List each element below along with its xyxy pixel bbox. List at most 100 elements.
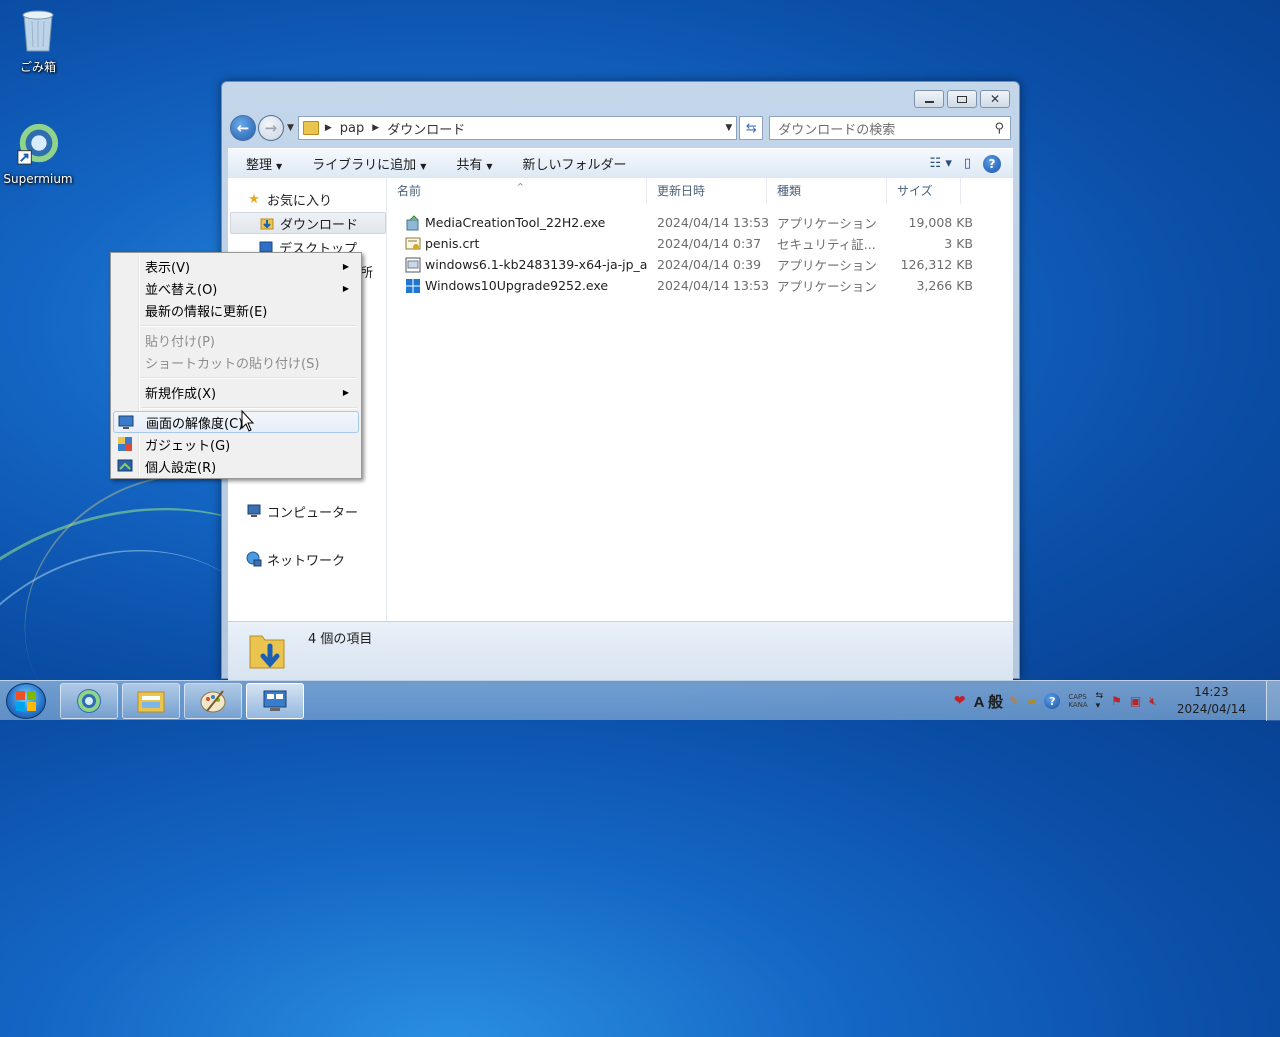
nav-favorites[interactable]: ★ お気に入り xyxy=(246,188,332,210)
menu-item-label: 表示(V) xyxy=(145,260,191,276)
menu-item-label: 並べ替え(O) xyxy=(145,282,218,298)
column-header-type[interactable]: 種類 xyxy=(767,178,887,204)
minimize-button[interactable] xyxy=(914,90,944,108)
nav-downloads-label: ダウンロード xyxy=(280,217,359,233)
sort-ascending-icon: ^ xyxy=(517,182,524,191)
menu-item-label: 画面の解像度(C) xyxy=(146,416,244,432)
menu-item-screen-resolution[interactable]: 画面の解像度(C) xyxy=(113,411,359,433)
taskbar-paint-button[interactable] xyxy=(184,683,242,719)
breadcrumb-pap[interactable]: pap xyxy=(340,121,364,136)
forward-button[interactable]: → xyxy=(257,115,284,141)
menu-item-refresh[interactable]: 最新の情報に更新(E) xyxy=(113,299,359,321)
windows-logo-icon xyxy=(16,691,36,711)
ime-help-icon[interactable]: ? xyxy=(1044,693,1061,709)
show-desktop-button[interactable] xyxy=(1266,681,1280,721)
ime-mode-indicator[interactable]: A 般 xyxy=(974,691,1003,712)
ime-mode-label: A xyxy=(973,693,984,711)
address-bar[interactable]: ▶ pap ▶ ダウンロード ▼ xyxy=(297,116,738,140)
close-button[interactable]: ✕ xyxy=(980,90,1010,108)
file-size: 3,266 KB xyxy=(916,278,973,293)
nav-computer[interactable]: コンピューター xyxy=(246,500,358,522)
desktop-context-menu: 表示(V) ▶ 並べ替え(O) ▶ 最新の情報に更新(E) 貼り付け(P) ショート… xyxy=(110,252,362,479)
help-icon[interactable]: ? xyxy=(983,154,1001,173)
organize-menu[interactable]: 整理 ▼ xyxy=(228,154,294,173)
new-folder-button[interactable]: 新しいフォルダー xyxy=(505,154,639,173)
file-name: windows6.1-kb2483139-x64-ja-jp_a... xyxy=(425,257,647,272)
menu-item-label: 貼り付け(P) xyxy=(145,334,215,350)
taskbar-explorer-button[interactable] xyxy=(122,683,180,719)
file-row[interactable]: penis.crt 2024/04/14 0:37 セキュリティ証... 3 K… xyxy=(387,233,1013,254)
menu-item-view[interactable]: 表示(V) ▶ xyxy=(113,255,359,277)
menu-item-new[interactable]: 新規作成(X) ▶ xyxy=(113,381,359,403)
search-input[interactable]: ダウンロードの検索 ⚲ xyxy=(769,116,1011,140)
menu-item-label: 最新の情報に更新(E) xyxy=(145,304,268,320)
file-row[interactable]: Windows10Upgrade9252.exe 2024/04/14 13:5… xyxy=(387,275,1013,296)
file-size: 3 KB xyxy=(944,236,973,251)
recent-pages-dropdown[interactable]: ▼ xyxy=(287,123,294,133)
ime-toolbar-icon[interactable]: ✎ xyxy=(1009,694,1019,708)
notification-area: ❤ A 般 ✎ ▰ ? CAPS KANA ⇆ ▾ ⚑ ▣ 🔇︎ 14:23 202… xyxy=(954,681,1280,721)
arrow-left-icon: ← xyxy=(236,119,250,137)
start-button[interactable] xyxy=(6,683,46,719)
update-package-icon xyxy=(405,257,421,272)
installer-icon xyxy=(406,214,419,230)
file-type: アプリケーション xyxy=(777,216,877,231)
menu-item-gadgets[interactable]: ガジェット(G) xyxy=(113,433,359,455)
desktop-icon-supermium[interactable]: Supermium xyxy=(0,120,76,186)
menu-separator xyxy=(141,377,357,379)
nav-network-label: ネットワーク xyxy=(267,553,346,569)
file-name: penis.crt xyxy=(425,236,480,251)
column-header-size[interactable]: サイズ xyxy=(887,178,961,204)
submenu-arrow-icon: ▶ xyxy=(342,387,349,397)
file-name: Windows10Upgrade9252.exe xyxy=(425,278,609,293)
taskbar-control-panel-button[interactable] xyxy=(246,683,304,719)
clock[interactable]: 14:23 2024/04/14 xyxy=(1177,684,1246,718)
preview-pane-icon[interactable]: ▯ xyxy=(964,156,971,171)
nav-downloads[interactable]: ダウンロード xyxy=(230,212,386,234)
file-size: 126,312 KB xyxy=(900,257,973,272)
breadcrumb-chevron-icon[interactable]: ▶ xyxy=(372,123,379,133)
breadcrumb-downloads[interactable]: ダウンロード xyxy=(387,119,465,138)
chevron-down-icon: ▼ xyxy=(486,162,493,171)
nav-network[interactable]: ネットワーク xyxy=(246,548,345,570)
security-alert-icon[interactable]: ❤ xyxy=(954,693,966,709)
menu-item-label: ショートカットの貼り付け(S) xyxy=(145,356,320,372)
view-options-icon[interactable]: ☷ ▾ xyxy=(930,156,952,171)
desktop-icon-label: Supermium xyxy=(3,172,73,186)
tray-options-icon[interactable]: ⇆ ▾ xyxy=(1096,691,1104,711)
address-history-dropdown[interactable]: ▼ xyxy=(721,123,736,133)
clock-time: 14:23 xyxy=(1194,685,1229,699)
column-header-name[interactable]: ^ 名前 xyxy=(387,178,647,204)
include-in-library-menu[interactable]: ライブラリに追加 ▼ xyxy=(294,154,438,173)
menu-item-sort[interactable]: 並べ替え(O) ▶ xyxy=(113,277,359,299)
new-folder-label: 新しいフォルダー xyxy=(522,158,627,173)
breadcrumb-chevron-icon[interactable]: ▶ xyxy=(325,123,332,133)
column-size-label: サイズ xyxy=(897,184,933,198)
menu-separator xyxy=(141,325,357,327)
network-status-icon[interactable]: ▣ xyxy=(1130,694,1141,708)
column-header-date[interactable]: 更新日時 xyxy=(647,178,767,204)
folder-icon xyxy=(302,121,319,135)
back-button[interactable]: ← xyxy=(230,115,256,141)
action-center-icon[interactable]: ⚑ xyxy=(1111,694,1122,708)
computer-icon xyxy=(246,503,262,519)
menu-item-personalize[interactable]: 個人設定(R) xyxy=(113,455,359,477)
menu-item-paste-shortcut: ショートカットの貼り付け(S) xyxy=(113,351,359,373)
share-menu[interactable]: 共有 ▼ xyxy=(438,154,504,173)
menu-item-paste: 貼り付け(P) xyxy=(113,329,359,351)
window-controls: ✕ xyxy=(914,90,1010,108)
certificate-icon xyxy=(405,237,421,250)
maximize-button[interactable] xyxy=(947,90,977,108)
file-row[interactable]: MediaCreationTool_22H2.exe 2024/04/14 13… xyxy=(387,212,1013,233)
file-type: アプリケーション xyxy=(777,258,877,273)
menu-separator xyxy=(141,407,357,409)
desktop-icon-recycle-bin[interactable]: ごみ箱 xyxy=(0,6,76,75)
taskbar-supermium-button[interactable] xyxy=(60,683,118,719)
refresh-button[interactable]: ⇆ xyxy=(739,116,764,140)
ime-dictionary-icon[interactable]: ▰ xyxy=(1027,694,1036,708)
network-icon xyxy=(246,551,262,567)
caps-label: CAPS xyxy=(1068,693,1087,701)
file-row[interactable]: windows6.1-kb2483139-x64-ja-jp_a... 2024… xyxy=(387,254,1013,275)
details-pane: 4 個の項目 xyxy=(228,621,1013,680)
volume-muted-icon[interactable]: 🔇︎ xyxy=(1149,694,1157,709)
